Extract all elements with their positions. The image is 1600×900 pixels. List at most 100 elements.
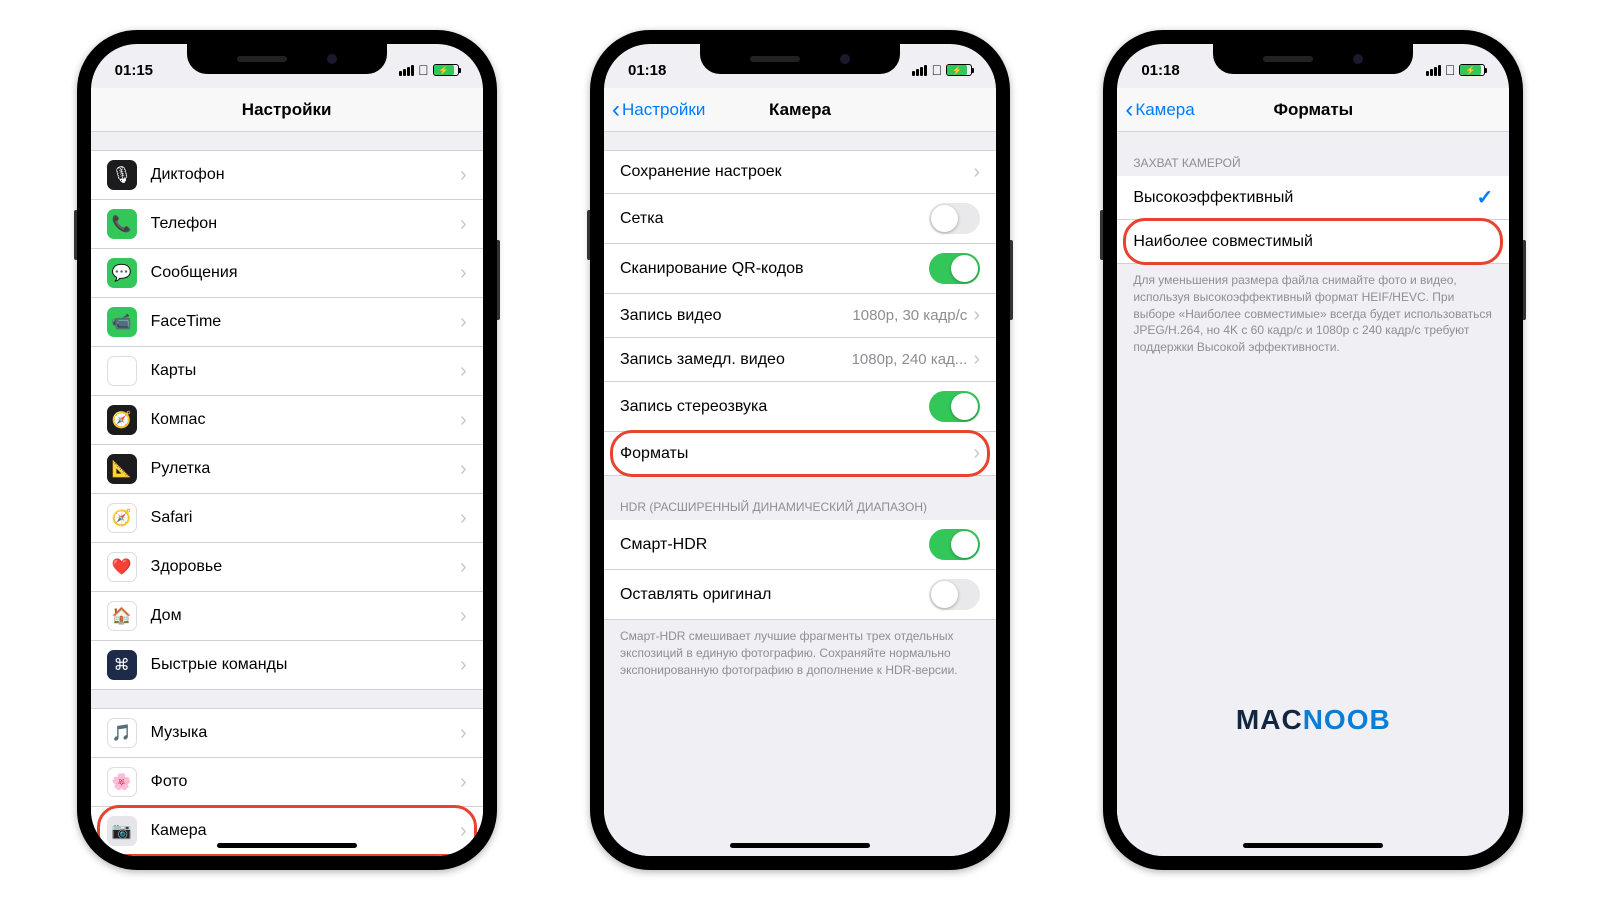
row-label: Сохранение настроек <box>620 163 973 181</box>
wifi-icon: 􀙇 <box>931 62 942 78</box>
settings-row[interactable]: Смарт-HDR <box>604 520 996 570</box>
settings-row[interactable]: 🏠Дом› <box>91 592 483 641</box>
signal-icon <box>399 65 414 76</box>
signal-icon <box>1426 65 1441 76</box>
group-header: ЗАХВАТ КАМЕРОЙ <box>1117 150 1509 176</box>
home-indicator[interactable] <box>217 843 357 848</box>
back-button[interactable]: ‹Камера <box>1125 98 1194 122</box>
settings-row[interactable]: ❤️Здоровье› <box>91 543 483 592</box>
settings-row[interactable]: 🧭Safari› <box>91 494 483 543</box>
settings-row[interactable]: Оставлять оригинал <box>604 570 996 620</box>
chevron-right-icon: › <box>973 348 980 371</box>
chevron-right-icon: › <box>973 442 980 465</box>
battery-icon: ⚡ <box>946 64 972 76</box>
status-time: 01:18 <box>1141 62 1179 79</box>
row-label: FaceTime <box>151 313 460 331</box>
settings-row[interactable]: Высокоэффективный✓ <box>1117 176 1509 220</box>
chevron-right-icon: › <box>460 164 467 187</box>
row-label: Смарт-HDR <box>620 536 929 554</box>
settings-row[interactable]: Наиболее совместимый <box>1117 220 1509 264</box>
settings-row[interactable]: 🎵Музыка› <box>91 708 483 758</box>
ic-dict-icon: 🎙 <box>107 160 137 190</box>
chevron-left-icon: ‹ <box>612 98 620 122</box>
checkmark-icon: ✓ <box>1477 185 1494 210</box>
toggle-switch[interactable] <box>929 391 980 422</box>
row-value: 1080p, 240 кад... <box>852 351 968 368</box>
signal-icon <box>912 65 927 76</box>
toggle-switch[interactable] <box>929 529 980 560</box>
chevron-right-icon: › <box>460 262 467 285</box>
row-label: Быстрые команды <box>151 656 460 674</box>
row-label: Сообщения <box>151 264 460 282</box>
settings-row[interactable]: 📹FaceTime› <box>91 298 483 347</box>
nav-bar: ‹Настройки Камера <box>604 88 996 132</box>
settings-row[interactable]: ⌘Быстрые команды› <box>91 641 483 690</box>
settings-row[interactable]: Сохранение настроек› <box>604 150 996 194</box>
row-label: Фото <box>151 773 460 791</box>
ic-maps-icon: 🗺 <box>107 356 137 386</box>
row-label: Запись замедл. видео <box>620 351 852 369</box>
row-label: Наиболее совместимый <box>1133 233 1493 251</box>
row-label: Дом <box>151 607 460 625</box>
settings-row[interactable]: 🗺Карты› <box>91 347 483 396</box>
notch <box>1213 44 1413 74</box>
home-indicator[interactable] <box>730 843 870 848</box>
ic-music-icon: 🎵 <box>107 718 137 748</box>
group-footer: Смарт-HDR смешивает лучшие фрагменты тре… <box>604 620 996 686</box>
home-indicator[interactable] <box>1243 843 1383 848</box>
settings-row[interactable]: Запись видео1080p, 30 кадр/с› <box>604 294 996 338</box>
settings-row[interactable]: 📷Камера› <box>91 807 483 856</box>
settings-row[interactable]: 💬 Сообщения› <box>91 249 483 298</box>
page-title: Камера <box>769 100 831 120</box>
chevron-right-icon: › <box>460 458 467 481</box>
chevron-right-icon: › <box>460 213 467 236</box>
row-label: Сканирование QR-кодов <box>620 260 929 278</box>
settings-row[interactable]: Запись замедл. видео1080p, 240 кад... › <box>604 338 996 382</box>
status-time: 01:18 <box>628 62 666 79</box>
status-time: 01:15 <box>115 62 153 79</box>
row-label: Safari <box>151 509 460 527</box>
battery-icon: ⚡ <box>433 64 459 76</box>
phone-formats: 01:18 􀙇 ⚡ ‹Камера Форматы ЗАХВАТ КАМЕРОЙ… <box>1103 30 1523 870</box>
back-button[interactable]: ‹Настройки <box>612 98 705 122</box>
row-label: Диктофон <box>151 166 460 184</box>
ic-cam-icon: 📷 <box>107 816 137 846</box>
chevron-right-icon: › <box>460 722 467 745</box>
row-label: Форматы <box>620 445 973 463</box>
settings-row[interactable]: 🌸Фото› <box>91 758 483 807</box>
notch <box>187 44 387 74</box>
row-value: 1080p, 30 кадр/с <box>852 307 967 324</box>
chevron-right-icon: › <box>460 771 467 794</box>
settings-row[interactable]: Запись стереозвука <box>604 382 996 432</box>
settings-row[interactable]: Форматы› <box>604 432 996 476</box>
row-label: Карты <box>151 362 460 380</box>
settings-list[interactable]: 🎙Диктофон›📞Телефон›💬Сообщения›📹FaceTime›… <box>91 132 483 856</box>
settings-row[interactable]: 🧭Компас› <box>91 396 483 445</box>
wifi-icon: 􀙇 <box>418 62 429 78</box>
toggle-switch[interactable] <box>929 203 980 234</box>
chevron-right-icon: › <box>460 605 467 628</box>
ic-msg-icon: 💬 <box>107 258 137 288</box>
toggle-switch[interactable] <box>929 579 980 610</box>
phone-settings: 01:15 􀙇 ⚡ Настройки 🎙Диктофон›📞Телефон›💬… <box>77 30 497 870</box>
row-label: Сетка <box>620 210 929 228</box>
chevron-right-icon: › <box>460 820 467 843</box>
settings-row[interactable]: 📐Рулетка› <box>91 445 483 494</box>
formats-list[interactable]: ЗАХВАТ КАМЕРОЙВысокоэффективный✓ Наиболее… <box>1117 132 1509 856</box>
camera-settings-list[interactable]: Сохранение настроек›СеткаСканирование QR… <box>604 132 996 856</box>
ic-comp-icon: 🧭 <box>107 405 137 435</box>
group-header: HDR (РАСШИРЕННЫЙ ДИНАМИЧЕСКИЙ ДИАПАЗОН) <box>604 494 996 520</box>
ic-safari-icon: 🧭 <box>107 503 137 533</box>
toggle-switch[interactable] <box>929 253 980 284</box>
settings-row[interactable]: 📞Телефон› <box>91 200 483 249</box>
ic-short-icon: ⌘ <box>107 650 137 680</box>
row-label: Телефон <box>151 215 460 233</box>
settings-row[interactable]: 🎙 Диктофон› <box>91 150 483 200</box>
watermark: MACNOOB <box>1117 704 1509 736</box>
nav-bar: ‹Камера Форматы <box>1117 88 1509 132</box>
chevron-right-icon: › <box>973 304 980 327</box>
row-label: Оставлять оригинал <box>620 586 929 604</box>
ic-ft-icon: 📹 <box>107 307 137 337</box>
settings-row[interactable]: Сетка <box>604 194 996 244</box>
settings-row[interactable]: Сканирование QR-кодов <box>604 244 996 294</box>
